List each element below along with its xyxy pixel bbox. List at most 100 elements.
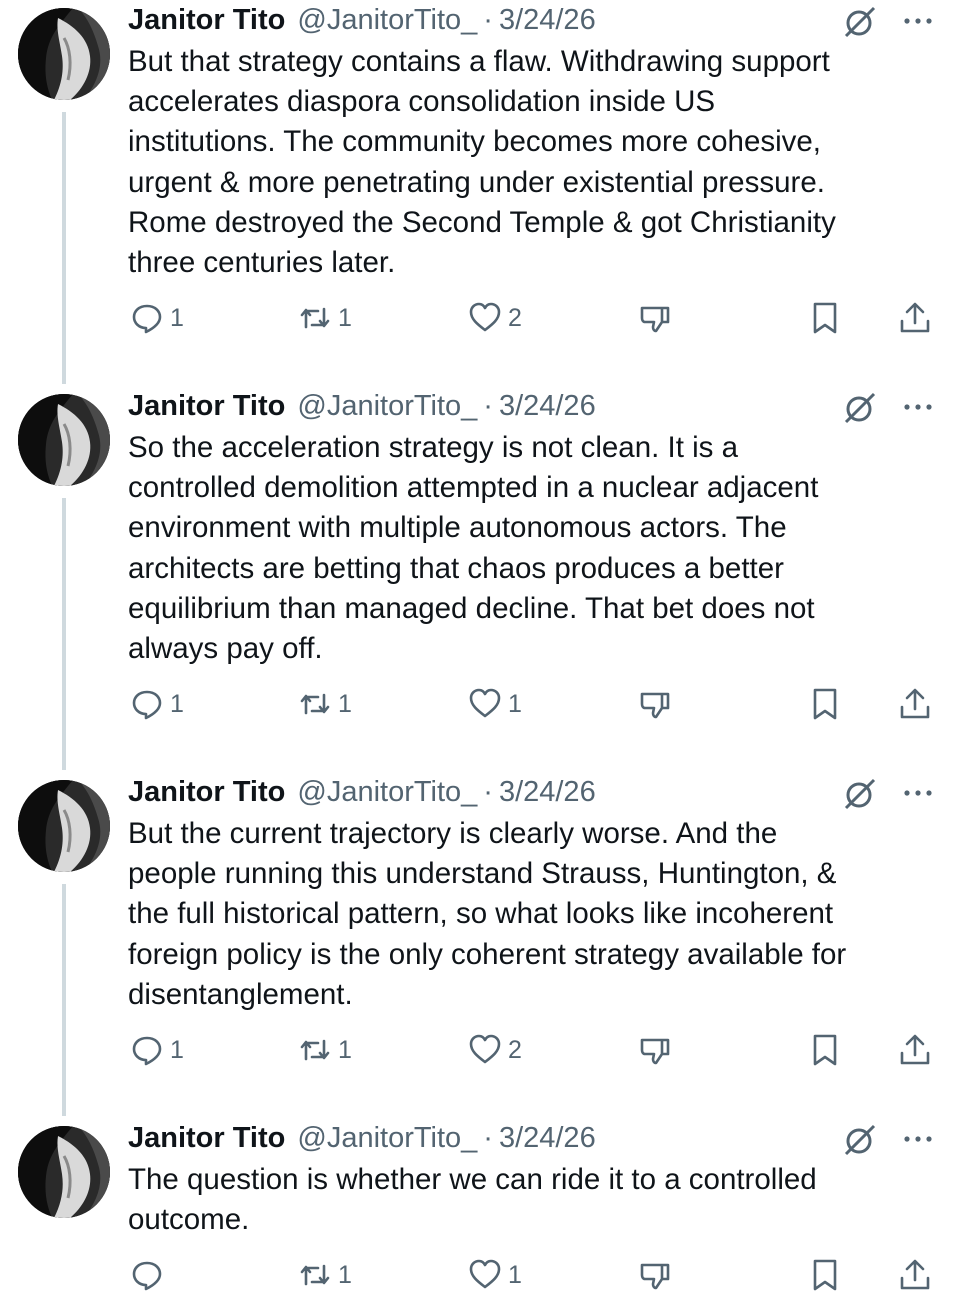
avatar[interactable]: [18, 780, 110, 872]
thumbs-down-icon: [640, 1263, 670, 1290]
author-name[interactable]: Janitor Tito: [128, 0, 285, 40]
bookmark-button[interactable]: [808, 1030, 842, 1070]
grok-icon[interactable]: [842, 1122, 878, 1158]
tweet-date[interactable]: 3/24/26: [499, 772, 596, 812]
more-icon[interactable]: [900, 6, 936, 36]
tweet-date[interactable]: 3/24/26: [499, 1118, 596, 1158]
reply-button[interactable]: 1: [130, 298, 184, 338]
reply-count: 1: [170, 303, 184, 332]
action-bar: 1 1 2: [0, 1030, 955, 1070]
reply-icon: [132, 690, 162, 720]
reply-button[interactable]: [130, 1255, 170, 1295]
more-icon[interactable]: [900, 392, 936, 422]
repost-button[interactable]: 1: [298, 1030, 352, 1070]
avatar[interactable]: [18, 1126, 110, 1218]
thumbs-down-icon: [640, 1038, 670, 1065]
reply-icon: [132, 304, 162, 334]
reply-icon: [132, 1261, 162, 1291]
dislike-button[interactable]: [638, 684, 672, 724]
grok-icon[interactable]: [842, 776, 878, 812]
tweet-header: Janitor Tito @JanitorTito_ · 3/24/26: [128, 772, 596, 812]
like-button[interactable]: 2: [468, 298, 522, 338]
heart-icon: [469, 1259, 501, 1289]
tweet-date[interactable]: 3/24/26: [499, 386, 596, 426]
action-bar: 1 1 2: [0, 298, 955, 338]
like-count: 2: [508, 1035, 522, 1064]
like-button[interactable]: 2: [468, 1030, 522, 1070]
tweet-text: So the acceleration strategy is not clea…: [128, 431, 819, 666]
repost-count: 1: [338, 1035, 352, 1064]
repost-icon: [300, 693, 330, 715]
reply-button[interactable]: 1: [130, 1030, 184, 1070]
tweet-header: Janitor Tito @JanitorTito_ · 3/24/26: [128, 1118, 596, 1158]
repost-icon: [300, 307, 330, 329]
tweet[interactable]: Janitor Tito @JanitorTito_ · 3/24/26 So …: [0, 386, 955, 731]
like-button[interactable]: 1: [468, 1255, 522, 1295]
like-count: 1: [508, 689, 522, 718]
tweet-date[interactable]: 3/24/26: [499, 0, 596, 40]
repost-button[interactable]: 1: [298, 684, 352, 724]
bookmark-button[interactable]: [808, 684, 842, 724]
repost-button[interactable]: 1: [298, 298, 352, 338]
bookmark-icon: [813, 1034, 837, 1066]
dislike-button[interactable]: [638, 1030, 672, 1070]
author-name[interactable]: Janitor Tito: [128, 386, 285, 426]
tweet-text: But the current trajectory is clearly wo…: [128, 817, 847, 1011]
repost-count: 1: [338, 1260, 352, 1289]
separator-dot: ·: [483, 776, 493, 808]
share-button[interactable]: [898, 1030, 932, 1070]
repost-button[interactable]: 1: [298, 1255, 352, 1295]
bookmark-button[interactable]: [808, 1255, 842, 1295]
more-icon[interactable]: [900, 778, 936, 808]
share-button[interactable]: [898, 1255, 932, 1295]
repost-count: 1: [338, 303, 352, 332]
thumbs-down-icon: [640, 306, 670, 333]
tweet-thread: Janitor Tito @JanitorTito_ · 3/24/26 But…: [0, 0, 955, 1305]
author-name[interactable]: Janitor Tito: [128, 772, 285, 812]
avatar[interactable]: [18, 8, 110, 100]
avatar[interactable]: [18, 394, 110, 486]
bookmark-icon: [813, 688, 837, 720]
author-name[interactable]: Janitor Tito: [128, 1118, 285, 1158]
bookmark-icon: [813, 302, 837, 334]
bookmark-icon: [813, 1259, 837, 1291]
dislike-button[interactable]: [638, 1255, 672, 1295]
tweet-header: Janitor Tito @JanitorTito_ · 3/24/26: [128, 0, 596, 40]
repost-icon: [300, 1039, 330, 1061]
reply-icon: [132, 1036, 162, 1066]
tweet-header: Janitor Tito @JanitorTito_ · 3/24/26: [128, 386, 596, 426]
more-icon[interactable]: [900, 1124, 936, 1154]
share-button[interactable]: [898, 298, 932, 338]
tweet-text: But that strategy contains a flaw. Withd…: [128, 45, 836, 280]
author-handle[interactable]: @JanitorTito_: [297, 0, 477, 40]
author-handle[interactable]: @JanitorTito_: [297, 772, 477, 812]
share-icon: [900, 688, 930, 719]
separator-dot: ·: [483, 4, 493, 36]
tweet[interactable]: Janitor Tito @JanitorTito_ · 3/24/26 But…: [0, 0, 955, 345]
tweet[interactable]: Janitor Tito @JanitorTito_ · 3/24/26 The…: [0, 1118, 955, 1305]
share-icon: [900, 1259, 930, 1290]
tweet[interactable]: Janitor Tito @JanitorTito_ · 3/24/26 But…: [0, 772, 955, 1072]
share-button[interactable]: [898, 684, 932, 724]
dislike-button[interactable]: [638, 298, 672, 338]
grok-icon[interactable]: [842, 390, 878, 426]
like-count: 2: [508, 303, 522, 332]
reply-count: 1: [170, 689, 184, 718]
action-bar: 1 1 1: [0, 684, 955, 724]
reply-count: 1: [170, 1035, 184, 1064]
like-button[interactable]: 1: [468, 684, 522, 724]
heart-icon: [469, 688, 501, 718]
grok-icon[interactable]: [842, 4, 878, 40]
thumbs-down-icon: [640, 692, 670, 719]
author-handle[interactable]: @JanitorTito_: [297, 386, 477, 426]
bookmark-button[interactable]: [808, 298, 842, 338]
heart-icon: [469, 302, 501, 332]
author-handle[interactable]: @JanitorTito_: [297, 1118, 477, 1158]
share-icon: [900, 1034, 930, 1065]
separator-dot: ·: [483, 390, 493, 422]
reply-button[interactable]: 1: [130, 684, 184, 724]
like-count: 1: [508, 1260, 522, 1289]
share-icon: [900, 302, 930, 333]
heart-icon: [469, 1034, 501, 1064]
repost-count: 1: [338, 689, 352, 718]
